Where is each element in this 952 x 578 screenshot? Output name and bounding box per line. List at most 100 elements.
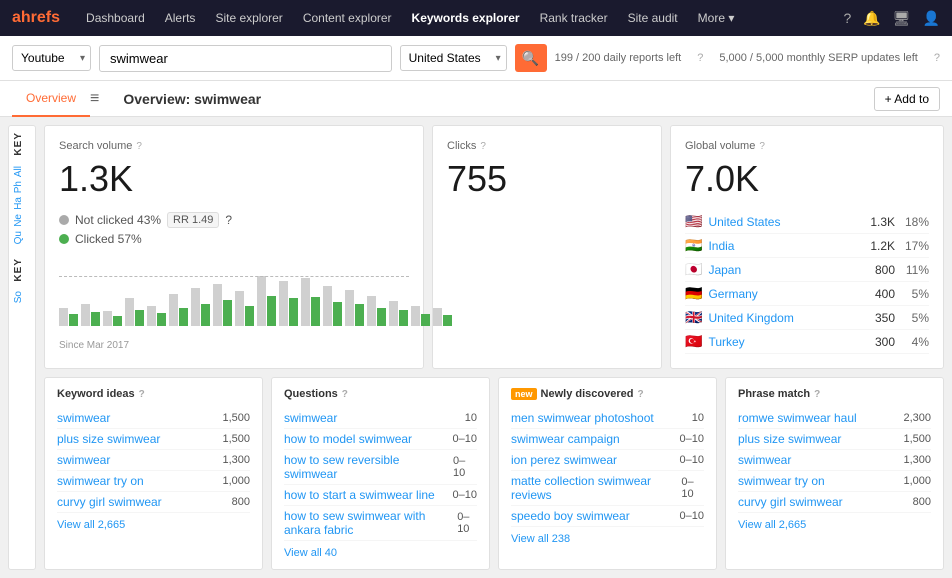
keyword-link[interactable]: swimwear try on <box>738 474 825 488</box>
platform-select[interactable]: Youtube Google Amazon <box>12 45 91 71</box>
bottom-card-questions: Questions? swimwear 10 how to model swim… <box>271 377 490 570</box>
keyword-link[interactable]: swimwear <box>738 453 791 467</box>
keyword-link[interactable]: plus size swimwear <box>57 432 160 446</box>
keyword-row: swimwear 1,300 <box>57 450 250 471</box>
view-all-link[interactable]: View all 40 <box>284 547 477 559</box>
country-name[interactable]: Japan <box>708 263 853 277</box>
nav-content-explorer[interactable]: Content explorer <box>293 0 402 36</box>
view-all-link[interactable]: View all 2,665 <box>57 519 250 531</box>
bar-green <box>223 300 232 326</box>
sidebar-ph[interactable]: Ph <box>13 179 24 195</box>
bar-grey <box>279 281 288 326</box>
monitor-icon[interactable]: 🖥 <box>893 10 911 27</box>
country-name[interactable]: United States <box>708 215 853 229</box>
nav-keywords-explorer[interactable]: Keywords explorer <box>402 0 530 36</box>
bottom-card-title: Phrase match? <box>738 388 931 400</box>
keyword-link[interactable]: how to start a swimwear line <box>284 488 435 502</box>
bar-green <box>421 314 430 326</box>
keyword-link[interactable]: swimwear <box>284 411 337 425</box>
view-all-link[interactable]: View all 238 <box>511 533 704 545</box>
keyword-link[interactable]: how to sew reversible swimwear <box>284 453 453 481</box>
platform-select-wrapper[interactable]: Youtube Google Amazon ▾ <box>12 45 91 71</box>
keyword-link[interactable]: swimwear <box>57 411 110 425</box>
nav-alerts[interactable]: Alerts <box>155 0 206 36</box>
nav-site-audit[interactable]: Site audit <box>618 0 688 36</box>
sidebar-all[interactable]: All <box>13 164 24 179</box>
bottom-card-help-icon[interactable]: ? <box>139 389 145 400</box>
keyword-link[interactable]: romwe swimwear haul <box>738 411 857 425</box>
bottom-card-title: Keyword ideas? <box>57 388 250 400</box>
sidebar-key-label: KEY <box>13 132 24 156</box>
bar-grey <box>125 298 134 326</box>
bar-green <box>443 315 452 326</box>
bar-group <box>191 288 210 326</box>
country-percent: 11% <box>901 263 929 277</box>
bar-grey <box>411 306 420 326</box>
view-all-link[interactable]: View all 2,665 <box>738 519 931 531</box>
nav-right-icons: ? 🔔 🖥 👤 <box>844 10 940 27</box>
country-select[interactable]: United States India Japan <box>400 45 507 71</box>
keyword-volume: 1,500 <box>903 433 931 445</box>
keyword-link[interactable]: swimwear campaign <box>511 432 620 446</box>
add-to-button[interactable]: + Add to <box>874 87 940 111</box>
clicks-help-icon[interactable]: ? <box>480 141 486 152</box>
main-content: KEY All Ph Ha Ne Qu KEY So Search volume… <box>0 117 952 578</box>
bar-green <box>69 314 78 326</box>
logo[interactable]: ahrefs <box>12 9 60 27</box>
bottom-card-help-icon[interactable]: ? <box>814 389 820 400</box>
sidebar-qu[interactable]: Qu <box>13 229 24 246</box>
notification-icon[interactable]: 🔔 <box>863 10 880 27</box>
bar-group <box>213 284 232 326</box>
nav-rank-tracker[interactable]: Rank tracker <box>530 0 618 36</box>
bar-green <box>91 312 100 326</box>
keyword-link[interactable]: ion perez swimwear <box>511 453 617 467</box>
keyword-link[interactable]: curvy girl swimwear <box>57 495 162 509</box>
keyword-link[interactable]: curvy girl swimwear <box>738 495 843 509</box>
keyword-link[interactable]: plus size swimwear <box>738 432 841 446</box>
search-button[interactable]: 🔍 <box>515 44 547 72</box>
nav-site-explorer[interactable]: Site explorer <box>205 0 292 36</box>
volume-card-title: Search volume ? <box>59 140 409 152</box>
keyword-link[interactable]: how to model swimwear <box>284 432 412 446</box>
keyword-volume: 1,300 <box>222 454 250 466</box>
keyword-row: matte collection swimwear reviews 0–10 <box>511 471 704 506</box>
country-name[interactable]: Turkey <box>708 335 853 349</box>
country-select-wrapper[interactable]: United States India Japan ▾ <box>400 45 507 71</box>
bar-green <box>333 302 342 326</box>
keyword-row: curvy girl swimwear 800 <box>57 492 250 513</box>
bottom-card-help-icon[interactable]: ? <box>637 389 643 400</box>
keyword-volume: 0–10 <box>453 433 477 445</box>
country-flag: 🇩🇪 <box>685 285 702 302</box>
keyword-link[interactable]: swimwear try on <box>57 474 144 488</box>
country-name[interactable]: Germany <box>708 287 853 301</box>
serp-updates-text: 5,000 / 5,000 monthly SERP updates left <box>719 52 918 64</box>
help-serp-icon[interactable]: ? <box>934 52 940 64</box>
help-reports-icon[interactable]: ? <box>697 52 703 64</box>
country-name[interactable]: United Kingdom <box>708 311 853 325</box>
keyword-link[interactable]: swimwear <box>57 453 110 467</box>
sidebar-so[interactable]: So <box>13 289 24 305</box>
keyword-link[interactable]: men swimwear photoshoot <box>511 411 654 425</box>
rr-help-icon[interactable]: ? <box>225 213 232 227</box>
menu-icon[interactable]: ≡ <box>90 90 99 108</box>
sidebar-ha[interactable]: Ha <box>13 195 24 212</box>
sidebar-ne[interactable]: Ne <box>13 212 24 229</box>
bottom-card-help-icon[interactable]: ? <box>342 389 348 400</box>
keyword-row: plus size swimwear 1,500 <box>738 429 931 450</box>
global-value: 7.0K <box>685 158 929 200</box>
keyword-link[interactable]: how to sew swimwear with ankara fabric <box>284 509 457 537</box>
keyword-link[interactable]: speedo boy swimwear <box>511 509 630 523</box>
subnav-overview[interactable]: Overview <box>12 81 90 117</box>
keyword-link[interactable]: matte collection swimwear reviews <box>511 474 681 502</box>
help-icon[interactable]: ? <box>844 10 852 26</box>
country-name[interactable]: India <box>708 239 853 253</box>
nav-dashboard[interactable]: Dashboard <box>76 0 155 36</box>
country-percent: 5% <box>901 311 929 325</box>
global-help-icon[interactable]: ? <box>759 141 765 152</box>
nav-more[interactable]: More ▾ <box>688 0 745 36</box>
user-icon[interactable]: 👤 <box>923 10 940 27</box>
volume-help-icon[interactable]: ? <box>136 141 142 152</box>
keyword-row: curvy girl swimwear 800 <box>738 492 931 513</box>
bar-group <box>433 308 452 326</box>
search-input[interactable] <box>99 45 392 72</box>
